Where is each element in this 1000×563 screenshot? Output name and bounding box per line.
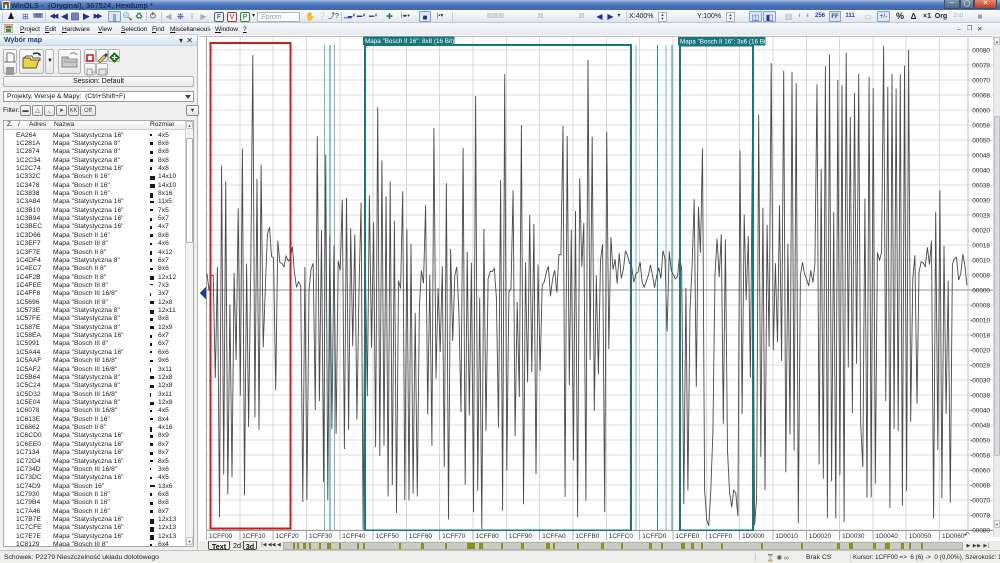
svg-text:↶: ↶ [964, 532, 970, 539]
svg-text:1D0020: 1D0020 [809, 533, 832, 540]
svg-text:-00068: -00068 [970, 482, 990, 489]
svg-text:00018: 00018 [972, 242, 990, 249]
svg-text:1CFFB0: 1CFFB0 [576, 533, 600, 540]
svg-text:00058: 00058 [972, 122, 990, 129]
svg-text:-00050: -00050 [970, 437, 990, 444]
svg-text:Mapa "Bosch II 16": 3x6 (16 Bi: Mapa "Bosch II 16": 3x6 (16 Bit) [680, 39, 769, 46]
svg-text:1D0000: 1D0000 [742, 533, 765, 540]
svg-text:00020: 00020 [972, 227, 990, 234]
svg-text:-00038: -00038 [970, 392, 990, 399]
svg-text:00070: 00070 [972, 77, 990, 84]
svg-text:-00060: -00060 [970, 467, 990, 474]
svg-text:00078: 00078 [972, 62, 990, 69]
svg-text:1CFF30: 1CFF30 [309, 533, 333, 540]
svg-text:1CFFA0: 1CFFA0 [542, 533, 566, 540]
svg-text:00028: 00028 [972, 212, 990, 219]
svg-text:Mapa "Bosch II 16": 8x8 (16 Bi: Mapa "Bosch II 16": 8x8 (16 Bit) [365, 38, 454, 45]
svg-text:1D0040: 1D0040 [875, 533, 898, 540]
svg-text:-00010: -00010 [970, 317, 990, 324]
svg-text:-00078: -00078 [970, 512, 990, 519]
svg-text:1D0030: 1D0030 [842, 533, 865, 540]
svg-text:00080: 00080 [972, 47, 990, 54]
svg-text:1CFFE0: 1CFFE0 [676, 533, 700, 540]
svg-text:1D0060: 1D0060 [942, 533, 965, 540]
svg-text:-00048: -00048 [970, 422, 990, 429]
svg-text:-00008: -00008 [970, 302, 990, 309]
svg-text:-00028: -00028 [970, 362, 990, 369]
svg-text:00040: 00040 [972, 167, 990, 174]
svg-text:-00020: -00020 [970, 347, 990, 354]
svg-text:1CFF00: 1CFF00 [209, 533, 233, 540]
svg-text:00050: 00050 [972, 137, 990, 144]
svg-text:00008: 00008 [972, 272, 990, 279]
svg-text:00048: 00048 [972, 152, 990, 159]
svg-text:00010: 00010 [972, 257, 990, 264]
svg-text:-00070: -00070 [970, 497, 990, 504]
svg-text:1CFF60: 1CFF60 [409, 533, 433, 540]
svg-text:1CFF90: 1CFF90 [509, 533, 533, 540]
svg-text:1CFF70: 1CFF70 [442, 533, 466, 540]
svg-text:1D0050: 1D0050 [909, 533, 932, 540]
svg-text:1CFF40: 1CFF40 [342, 533, 366, 540]
svg-text:1CFF20: 1CFF20 [276, 533, 300, 540]
svg-text:-00080: -00080 [970, 527, 990, 534]
svg-text:00038: 00038 [972, 182, 990, 189]
svg-text:-00018: -00018 [970, 332, 990, 339]
svg-text:-00058: -00058 [970, 452, 990, 459]
svg-text:-00030: -00030 [970, 377, 990, 384]
svg-text:1CFF50: 1CFF50 [376, 533, 400, 540]
svg-text:1CFF80: 1CFF80 [476, 533, 500, 540]
svg-text:00030: 00030 [972, 197, 990, 204]
svg-text:00068: 00068 [972, 92, 990, 99]
svg-text:00060: 00060 [972, 107, 990, 114]
svg-text:1D0010: 1D0010 [775, 533, 798, 540]
svg-text:1CFFD0: 1CFFD0 [642, 533, 667, 540]
svg-text:1CFF10: 1CFF10 [242, 533, 266, 540]
svg-text:1CFFF0: 1CFFF0 [709, 533, 733, 540]
svg-text:1CFFC0: 1CFFC0 [609, 533, 634, 540]
svg-text:-00040: -00040 [970, 407, 990, 414]
svg-text:00000: 00000 [972, 287, 990, 294]
